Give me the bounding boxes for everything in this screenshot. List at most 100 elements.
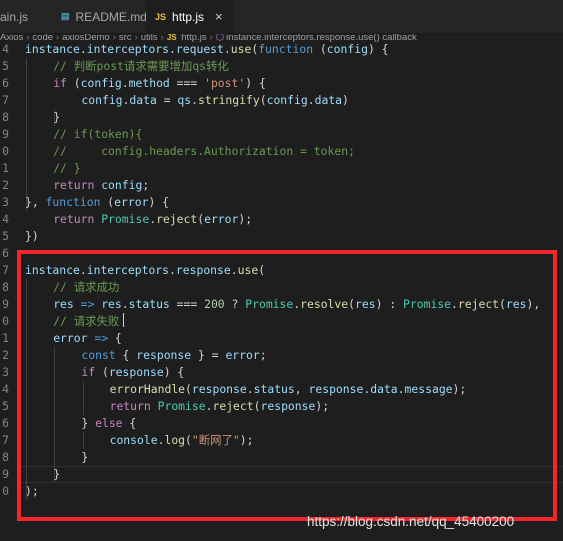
code-token: function (45, 195, 101, 209)
line-number: 8 (2, 280, 9, 294)
line-number: 1 (2, 331, 9, 345)
line-number: 5 (2, 399, 9, 413)
line-number: 0 (2, 144, 9, 158)
code-token: === (169, 76, 205, 90)
code-token: stringify (198, 93, 260, 107)
code-text: }, function (error) { (25, 194, 169, 211)
code-token: }) (25, 229, 39, 243)
code-line[interactable]: 4 instance.interceptors.request.use(funct… (0, 41, 563, 58)
code-token: . (121, 76, 129, 90)
line-number: 2 (2, 348, 9, 362)
code-token: ; (142, 178, 150, 192)
code-line[interactable]: 5}) (0, 228, 563, 245)
line-number: 3 (2, 365, 9, 379)
code-token: // if(token){ (53, 127, 143, 141)
code-token: function (258, 42, 314, 56)
code-text: instance.interceptors.request.use(functi… (25, 41, 389, 58)
line-number: 8 (2, 110, 9, 124)
code-text: // } (53, 160, 80, 177)
tab-http-js[interactable]: JS http.js × (146, 0, 234, 33)
line-number: 8 (2, 450, 9, 464)
code-token: . (169, 42, 176, 56)
code-line[interactable]: 6 if (config.method === 'post') { (0, 75, 563, 92)
code-token: ) (342, 93, 349, 107)
code-line[interactable]: 8} (0, 109, 563, 126)
line-number: 5 (2, 229, 9, 243)
code-text: // config.headers.Authorization = token; (53, 143, 355, 160)
code-token: data (129, 93, 157, 107)
code-token: }, (25, 195, 46, 209)
js-file-icon: JS (155, 11, 167, 22)
md-file-icon: ▤ (61, 11, 70, 21)
code-line[interactable]: 1 // } (0, 160, 563, 177)
code-token: reject (156, 212, 198, 226)
code-token: config (80, 76, 122, 90)
code-token: return (53, 178, 95, 192)
line-number: 1 (2, 161, 9, 175)
code-token: use (230, 42, 252, 56)
tab-label: http.js (172, 9, 205, 24)
line-number: 7 (2, 433, 9, 447)
tab-main-js[interactable]: ain.js (0, 0, 47, 33)
code-token: // 判断post请求需要增加qs转化 (53, 59, 229, 73)
watermark: https://blog.csdn.net/qq_45400200 (307, 514, 515, 529)
code-text: if (config.method === 'post') { (53, 75, 266, 92)
code-token: if (53, 76, 67, 90)
code-text: // 判断post请求需要增加qs转化 (53, 58, 229, 75)
line-number: 9 (2, 297, 9, 311)
code-token: ( (66, 76, 81, 90)
code-token: // config.headers.Authorization = token; (53, 144, 355, 158)
annotation-highlight-box (17, 250, 557, 521)
line-number: 2 (2, 178, 9, 192)
code-text: config.data = qs.stringify(config.data) (81, 92, 349, 109)
line-number: 9 (2, 127, 9, 141)
code-token: method (128, 76, 170, 90)
code-token: instance (25, 42, 80, 56)
code-token: interceptors (86, 42, 170, 56)
line-number: 4 (2, 212, 9, 226)
line-number: 0 (2, 314, 9, 328)
code-line[interactable]: 4 return Promise.reject(error); (0, 211, 563, 228)
code-token: config (101, 178, 143, 192)
code-text: }) (25, 228, 39, 245)
code-line[interactable]: 9 // if(token){ (0, 126, 563, 143)
code-text: // if(token){ (53, 126, 142, 143)
code-token: ( (313, 42, 327, 56)
code-token: ) { (245, 76, 266, 90)
line-number: 9 (2, 467, 9, 481)
code-token: ); (238, 212, 253, 226)
line-number: 0 (2, 484, 9, 498)
line-number: 6 (2, 246, 9, 260)
code-token: . (307, 93, 315, 107)
code-token: config (326, 42, 368, 56)
line-number: 6 (2, 416, 9, 430)
code-token: error (114, 195, 149, 209)
code-token: ) { (148, 195, 170, 209)
tab-readme-md[interactable]: ▤ README.md (52, 0, 147, 33)
code-token: ) { (367, 42, 389, 56)
tab-label: ain.js (0, 9, 29, 24)
code-line[interactable]: 7 config.data = qs.stringify(config.data) (0, 92, 563, 109)
code-token: data (314, 93, 343, 107)
close-icon[interactable]: × (215, 9, 223, 24)
line-number: 7 (2, 93, 9, 107)
code-token: = (156, 93, 178, 107)
code-line[interactable]: 5 // 判断post请求需要增加qs转化 (0, 58, 563, 75)
code-token: . (223, 42, 231, 56)
code-token: ( (259, 93, 267, 107)
code-token: ( (100, 195, 115, 209)
code-token: . (79, 42, 87, 56)
code-text: return Promise.reject(error); (53, 211, 252, 228)
editor-tab-bar: ain.js ▤ README.md JS http.js × (0, 0, 563, 34)
code-line[interactable]: 3}, function (error) { (0, 194, 563, 211)
line-number: 7 (2, 263, 9, 277)
code-line[interactable]: 2 return config; (0, 177, 563, 194)
line-number: 6 (2, 76, 9, 90)
code-text: return config; (53, 177, 149, 194)
code-token: config (266, 93, 308, 107)
code-token: 'post' (204, 76, 246, 90)
code-line[interactable]: 0 // config.headers.Authorization = token… (0, 143, 563, 160)
line-number: 4 (2, 382, 9, 396)
code-token: Promise (101, 212, 150, 226)
code-token: // } (53, 161, 81, 175)
